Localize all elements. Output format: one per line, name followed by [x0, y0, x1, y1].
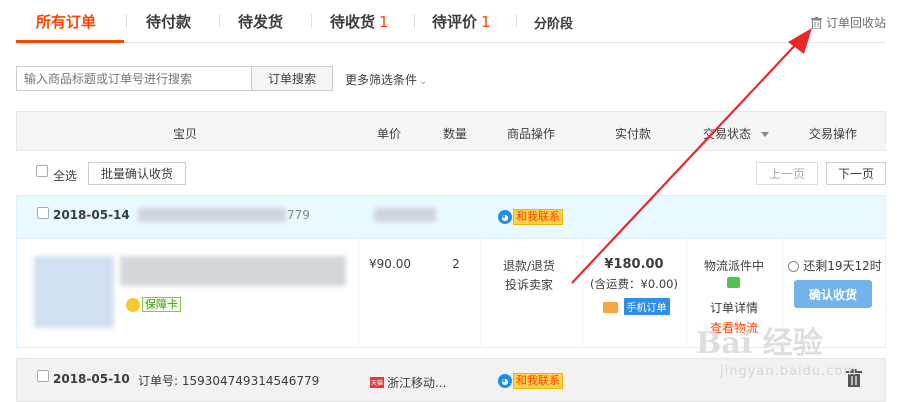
column-divider [582, 238, 583, 348]
trash-icon [810, 16, 822, 29]
bulk-confirm-button[interactable]: 批量确认收货 [88, 162, 186, 185]
tab-separator [219, 14, 220, 28]
tab-pending-payment[interactable]: 待付款 [146, 11, 191, 32]
bulk-confirm-label: 批量确认收货 [100, 167, 173, 181]
refund-link[interactable]: 退款/退货 [493, 257, 565, 274]
select-all-checkbox[interactable] [36, 165, 48, 177]
paid-amount: ¥180.00 [604, 257, 664, 272]
order-search-button[interactable]: 订单搜索 [251, 66, 333, 91]
guarantee-label: 保障卡 [142, 297, 181, 312]
tab-label: 待评价 [432, 13, 478, 31]
order-search-input[interactable] [16, 66, 252, 91]
tab-count: 1 [379, 13, 389, 31]
unit-price: ¥90.00 [369, 257, 411, 271]
column-header-order-ops: 交易操作 [809, 127, 858, 141]
column-header-item: 宝贝 [173, 127, 198, 141]
tab-separator [414, 14, 415, 28]
active-tab-indicator [16, 40, 124, 43]
order-checkbox[interactable] [37, 370, 49, 382]
contact-seller-button[interactable]: ◕ 和我联系 [498, 373, 563, 389]
payment-info: 手机订单 [596, 298, 676, 315]
order-number: 订单号: 159304749314546779 [138, 374, 320, 388]
contact-label: 和我联系 [513, 209, 563, 225]
recycle-bin-label: 订单回收站 [825, 16, 886, 30]
column-divider [686, 238, 687, 348]
caret-down-icon [761, 132, 770, 137]
column-header-unit-price: 单价 [377, 127, 402, 141]
shop-link[interactable]: 天猫 浙江移动... [370, 374, 446, 391]
aliwangwang-icon: ◕ [498, 374, 512, 388]
tab-pending-review[interactable]: 待评价 1 [432, 11, 491, 32]
mobile-order-badge: 手机订单 [623, 298, 670, 315]
order-checkbox[interactable] [37, 207, 49, 219]
column-divider [358, 238, 359, 348]
blurred-order-number [138, 208, 286, 222]
tab-separator [311, 14, 312, 28]
card-icon [602, 302, 618, 313]
complaint-link[interactable]: 投诉卖家 [493, 276, 565, 293]
next-page-button[interactable]: 下一页 [826, 162, 886, 185]
shop-name: 浙江移动... [387, 376, 447, 390]
product-thumbnail[interactable] [34, 256, 114, 328]
status-header-label: 交易状态 [703, 127, 752, 141]
tmall-icon: 天猫 [370, 377, 384, 388]
remaining-time: 还剩19天12时 [784, 257, 886, 274]
order-status: 物流派件中 [703, 259, 764, 273]
contact-seller-button[interactable]: ◕ 和我联系 [498, 209, 563, 225]
column-header-status[interactable]: 交易状态 [703, 125, 770, 142]
tab-count: 1 [481, 13, 491, 31]
column-header-paid: 实付款 [615, 127, 652, 141]
product-title[interactable] [120, 256, 346, 286]
guarantee-badge[interactable]: 保障卡 [126, 297, 181, 312]
prev-page-label: 上一页 [768, 167, 805, 181]
logistics-message-icon [726, 277, 740, 291]
more-filters-toggle[interactable]: 更多筛选条件 ⌄ [345, 71, 427, 88]
tab-pending-receipt[interactable]: 待收货 1 [330, 11, 389, 32]
remaining-time-text: 还剩19天12时 [803, 259, 882, 273]
chat-icon [726, 277, 740, 288]
recycle-bin-link[interactable]: 订单回收站 [810, 14, 886, 31]
tab-separator [126, 14, 127, 28]
shipping-note: (含运费：¥0.00) [590, 277, 678, 291]
watermark-url: jingyan.baidu.com [720, 364, 857, 379]
watermark-logo: Bai 经验 [696, 326, 823, 361]
more-filters-label: 更多筛选条件 [345, 73, 418, 87]
contact-label: 和我联系 [513, 373, 563, 389]
guarantee-icon [126, 297, 140, 312]
order-date: 2018-05-10 [53, 372, 130, 386]
clock-icon [788, 261, 800, 272]
quantity: 2 [452, 257, 460, 271]
search-button-label: 订单搜索 [267, 72, 316, 86]
tab-label: 分阶段 [534, 17, 574, 32]
prev-page-button[interactable]: 上一页 [756, 162, 818, 185]
tab-label: 待发货 [238, 13, 284, 31]
tab-label: 所有订单 [36, 13, 97, 31]
chevron-down-icon: ⌄ [419, 76, 428, 87]
order-number-fragment: 779 [287, 208, 310, 222]
column-header-quantity: 数量 [443, 127, 468, 141]
select-all-label: 全选 [53, 169, 78, 183]
tab-all-orders[interactable]: 所有订单 [36, 11, 96, 32]
tab-staged[interactable]: 分阶段 [534, 13, 573, 32]
tab-pending-shipment[interactable]: 待发货 [238, 11, 283, 32]
order-table-header: 宝贝 单价 数量 商品操作 实付款 交易状态 交易操作 [16, 111, 886, 151]
aliwangwang-icon: ◕ [498, 210, 512, 224]
column-divider [480, 238, 481, 348]
next-page-label: 下一页 [837, 167, 874, 181]
blurred-shop-name [374, 208, 436, 222]
tab-label: 待付款 [146, 13, 192, 31]
column-header-item-ops: 商品操作 [507, 127, 556, 141]
order-date: 2018-05-14 [53, 208, 130, 222]
order-detail-link[interactable]: 订单详情 [696, 299, 772, 316]
order-tabs: 所有订单 待付款 待发货 待收货 1 待评价 1 分阶段 订单回收站 [16, 0, 886, 43]
confirm-receipt-label: 确认收货 [808, 287, 857, 302]
tab-label: 待收货 [330, 13, 376, 31]
tab-separator [516, 14, 517, 28]
confirm-receipt-button[interactable]: 确认收货 [794, 280, 872, 308]
